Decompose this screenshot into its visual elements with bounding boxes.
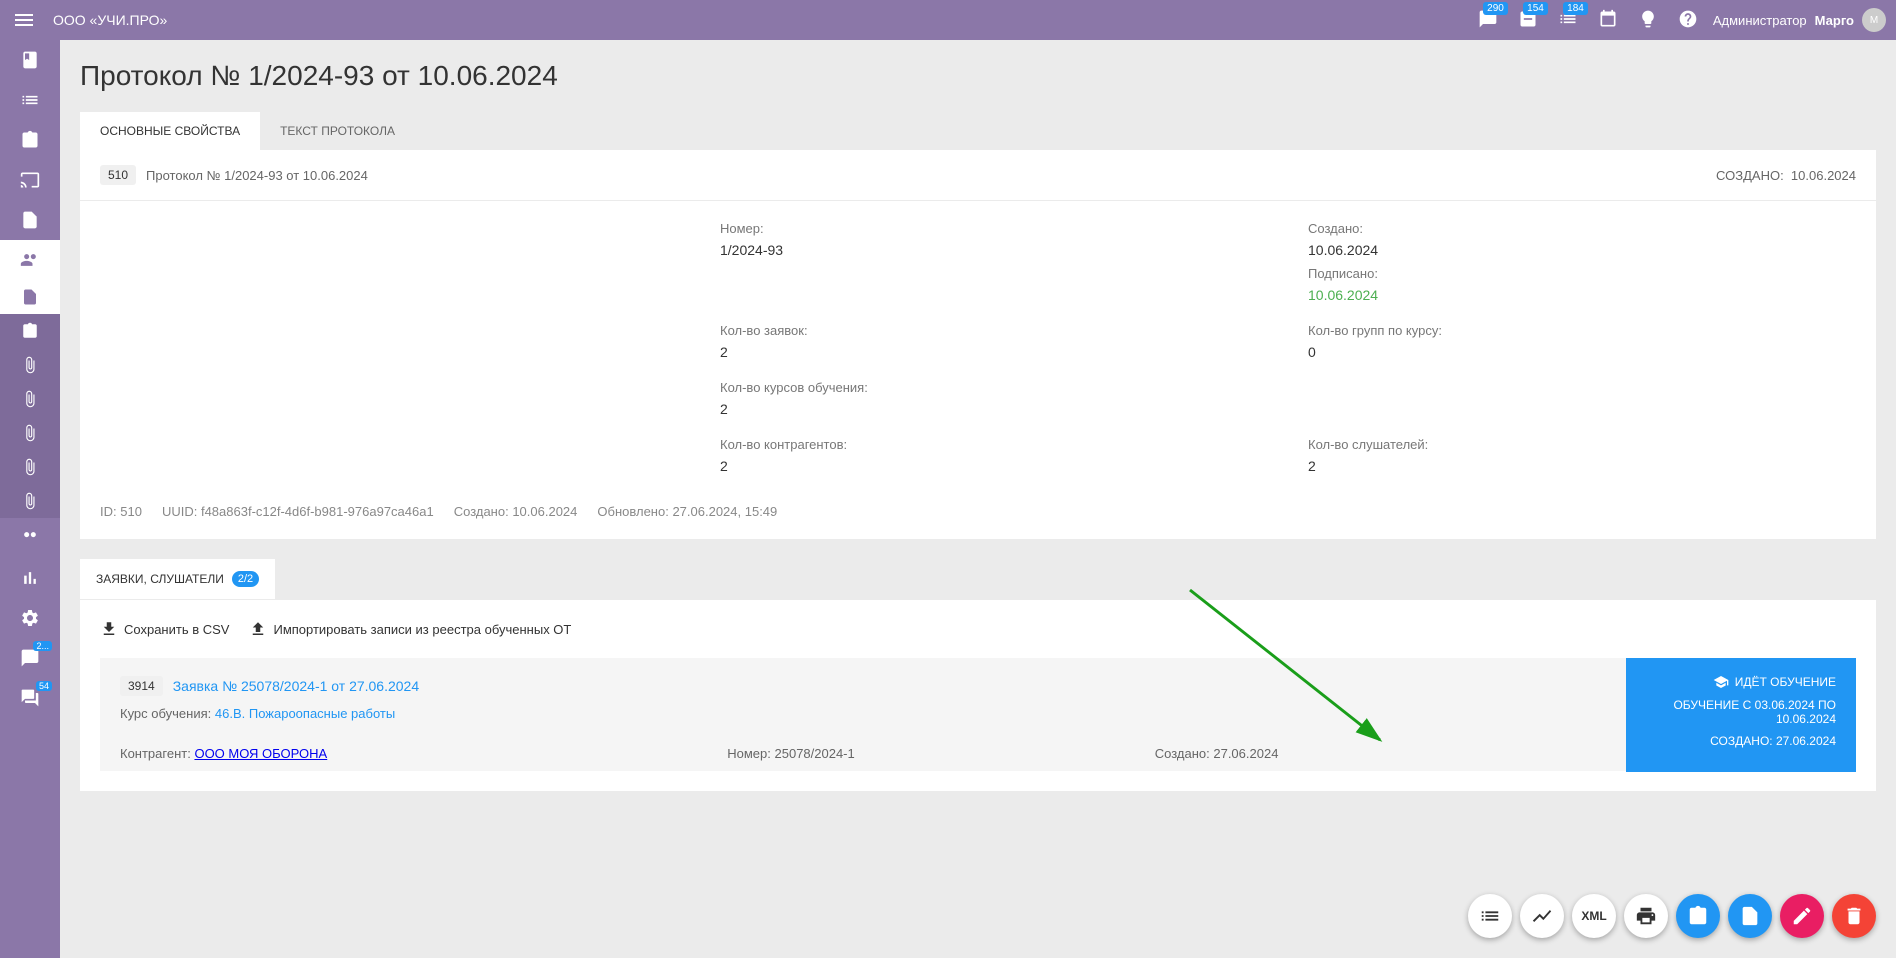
notification-chat-icon[interactable]: 290 [1473,4,1503,37]
prop-requests-label: Кол-во заявок: [720,323,1268,338]
edit-icon [1791,905,1813,927]
prop-groups-value: 0 [1308,344,1856,360]
sidebar-group-icon[interactable] [0,518,60,558]
prop-courses-label: Кол-во курсов обучения: [720,380,1856,395]
sidebar-sub-attach4-icon[interactable] [0,450,60,484]
import-button[interactable]: Импортировать записи из реестра обученны… [249,620,571,638]
prop-requests-value: 2 [720,344,1268,360]
fab-list[interactable] [1468,894,1512,938]
fab-print[interactable] [1624,894,1668,938]
list-icon [1479,905,1501,927]
page-title: Протокол № 1/2024-93 от 10.06.2024 [80,60,1876,92]
prop-listeners-value: 2 [1308,458,1856,474]
sub-tab-requests[interactable]: ЗАЯВКИ, СЛУШАТЕЛИ 2/2 [80,559,275,599]
fab-xml[interactable]: XML [1572,894,1616,938]
sidebar-sub-file-icon[interactable] [0,280,60,314]
prop-contractors-value: 2 [720,458,1268,474]
sidebar-document-icon[interactable] [0,200,60,240]
notification-list-icon[interactable]: 184 [1553,4,1583,37]
save-csv-button[interactable]: Сохранить в CSV [100,620,229,638]
protocol-id-tag: 510 [100,165,136,185]
prop-number-value: 1/2024-93 [720,242,1268,258]
clipboard-icon [1687,905,1709,927]
chart-line-icon [1531,905,1553,927]
sidebar-book-icon[interactable] [0,40,60,80]
course-link[interactable]: 46.В. Пожароопасные работы [215,706,395,721]
avatar: М [1862,8,1886,32]
fab-document[interactable] [1728,894,1772,938]
status-box: ИДЁТ ОБУЧЕНИЕ ОБУЧЕНИЕ С 03.06.2024 ПО 1… [1626,658,1856,772]
lightbulb-icon[interactable] [1633,4,1663,37]
sidebar: 2... 54 [0,40,60,958]
prop-listeners-label: Кол-во слушателей: [1308,437,1856,452]
prop-number-label: Номер: [720,221,1268,236]
graduation-icon [1713,674,1729,690]
print-icon [1635,905,1657,927]
prop-created-value: 10.06.2024 [1308,242,1856,258]
menu-toggle[interactable] [10,6,38,34]
prop-signed-label: Подписано: [1308,266,1856,281]
fab-delete[interactable] [1832,894,1876,938]
sidebar-people-icon[interactable] [0,240,60,280]
prop-groups-label: Кол-во групп по курсу: [1308,323,1856,338]
fab-edit[interactable] [1780,894,1824,938]
request-id-tag: 3914 [120,676,163,696]
sidebar-list-icon[interactable] [0,80,60,120]
sidebar-sub-attach1-icon[interactable] [0,348,60,382]
main-content: Протокол № 1/2024-93 от 10.06.2024 ОСНОВ… [60,40,1896,958]
info-bar: 510 Протокол № 1/2024-93 от 10.06.2024 С… [80,150,1876,200]
fab-bar: XML [1468,894,1876,938]
sidebar-sub-attach2-icon[interactable] [0,382,60,416]
notification-doc-icon[interactable]: 154 [1513,4,1543,37]
header: ООО «УЧИ.ПРО» 290 154 184 Администратор … [0,0,1896,40]
request-card: ИДЁТ ОБУЧЕНИЕ ОБУЧЕНИЕ С 03.06.2024 ПО 1… [100,658,1856,771]
delete-icon [1843,905,1865,927]
fab-chart[interactable] [1520,894,1564,938]
download-icon [100,620,118,638]
sidebar-settings-icon[interactable] [0,598,60,638]
calendar-icon[interactable] [1593,4,1623,37]
prop-signed-value: 10.06.2024 [1308,287,1856,303]
org-name[interactable]: ООО «УЧИ.ПРО» [53,12,167,28]
sidebar-sub-attach3-icon[interactable] [0,416,60,450]
sidebar-chat-icon[interactable]: 2... [0,638,60,678]
sidebar-cast-icon[interactable] [0,160,60,200]
prop-created-label: Создано: [1308,221,1856,236]
sidebar-sub-clipboard-icon[interactable] [0,314,60,348]
help-icon[interactable] [1673,4,1703,37]
tab-protocol-text[interactable]: ТЕКСТ ПРОТОКОЛА [260,112,415,150]
request-link[interactable]: Заявка № 25078/2024-1 от 27.06.2024 [173,678,419,694]
tab-main-props[interactable]: ОСНОВНЫЕ СВОЙСТВА [80,112,260,150]
document-icon [1739,905,1761,927]
prop-courses-value: 2 [720,401,1856,417]
sidebar-clipboard-icon[interactable] [0,120,60,160]
sidebar-chart-icon[interactable] [0,558,60,598]
sidebar-sub-attach5-icon[interactable] [0,484,60,518]
user-menu[interactable]: Администратор Марго М [1713,8,1886,32]
prop-contractors-label: Кол-во контрагентов: [720,437,1268,452]
sidebar-comment-icon[interactable]: 54 [0,678,60,718]
fab-clipboard[interactable] [1676,894,1720,938]
upload-icon [249,620,267,638]
contractor-link[interactable]: ООО МОЯ ОБОРОНА [194,746,327,761]
properties-panel: Номер: 1/2024-93 Создано: 10.06.2024 Под… [80,201,1876,539]
